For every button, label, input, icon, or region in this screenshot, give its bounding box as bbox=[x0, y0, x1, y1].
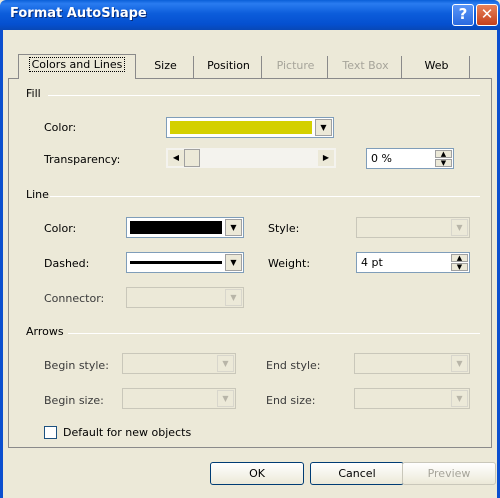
cancel-button[interactable]: Cancel bbox=[310, 462, 404, 485]
arrows-group-label: Arrows bbox=[26, 325, 68, 338]
line-group-divider bbox=[50, 196, 480, 197]
chevron-down-icon: ▼ bbox=[451, 355, 468, 372]
dashed-dropdown[interactable]: ▼ bbox=[126, 252, 244, 273]
end-size-dropdown: ▼ bbox=[354, 388, 470, 409]
tab-position[interactable]: Position bbox=[196, 56, 262, 78]
window-frame-left bbox=[0, 30, 3, 498]
fill-group-label: Fill bbox=[26, 87, 45, 100]
tab-label-colors-and-lines: Colors and Lines bbox=[28, 57, 126, 72]
spin-up-icon[interactable]: ▲ bbox=[435, 150, 452, 158]
chevron-down-icon: ▼ bbox=[451, 219, 468, 236]
transparency-label: Transparency: bbox=[44, 153, 121, 166]
tab-web[interactable]: Web bbox=[404, 56, 470, 78]
end-style-dropdown: ▼ bbox=[354, 353, 470, 374]
tab-text-box: Text Box bbox=[330, 56, 402, 78]
dashed-label: Dashed: bbox=[44, 257, 90, 270]
window-title: Format AutoShape bbox=[10, 6, 147, 21]
line-color-swatch bbox=[130, 221, 222, 234]
begin-style-label: Begin style: bbox=[44, 359, 109, 372]
line-color-label: Color: bbox=[44, 222, 77, 235]
tab-colors-and-lines[interactable]: Colors and Lines bbox=[18, 54, 136, 79]
line-group-label: Line bbox=[26, 188, 53, 201]
transparency-spinner[interactable]: 0 % ▲ ▼ bbox=[366, 148, 454, 169]
fill-color-swatch bbox=[170, 121, 312, 134]
begin-style-dropdown: ▼ bbox=[122, 353, 236, 374]
transparency-value: 0 % bbox=[371, 152, 392, 165]
transparency-slider[interactable]: ◀ ▶ bbox=[166, 148, 336, 168]
fill-group-divider bbox=[48, 95, 480, 96]
chevron-down-icon: ▼ bbox=[225, 289, 242, 306]
tab-size[interactable]: Size bbox=[138, 56, 194, 78]
weight-label: Weight: bbox=[268, 257, 311, 270]
chevron-down-icon: ▼ bbox=[315, 119, 332, 136]
chevron-down-icon: ▼ bbox=[217, 355, 234, 372]
slider-left-arrow-icon[interactable]: ◀ bbox=[168, 150, 184, 166]
chevron-down-icon: ▼ bbox=[225, 254, 242, 271]
preview-button: Preview bbox=[402, 462, 496, 485]
end-size-label: End size: bbox=[266, 394, 316, 407]
chevron-down-icon: ▼ bbox=[225, 219, 242, 236]
slider-right-arrow-icon[interactable]: ▶ bbox=[318, 150, 334, 166]
fill-color-label: Color: bbox=[44, 121, 77, 134]
spin-up-icon[interactable]: ▲ bbox=[451, 254, 468, 262]
default-for-new-objects-checkbox[interactable] bbox=[44, 426, 57, 439]
end-style-label: End style: bbox=[266, 359, 321, 372]
arrows-group-divider bbox=[68, 333, 480, 334]
spin-down-icon[interactable]: ▼ bbox=[451, 263, 468, 271]
weight-spinner[interactable]: 4 pt ▲ ▼ bbox=[356, 252, 470, 273]
weight-spin-buttons: ▲ ▼ bbox=[451, 254, 468, 271]
spin-down-icon[interactable]: ▼ bbox=[435, 159, 452, 167]
tab-picture: Picture bbox=[264, 56, 328, 78]
connector-dropdown: ▼ bbox=[126, 287, 244, 308]
transparency-spin-buttons: ▲ ▼ bbox=[435, 150, 452, 167]
fill-color-dropdown[interactable]: ▼ bbox=[166, 117, 334, 138]
begin-size-dropdown: ▼ bbox=[122, 388, 236, 409]
slider-thumb[interactable] bbox=[184, 149, 200, 167]
chevron-down-icon: ▼ bbox=[451, 390, 468, 407]
dash-style-sample bbox=[130, 261, 222, 264]
chevron-down-icon: ▼ bbox=[217, 390, 234, 407]
begin-size-label: Begin size: bbox=[44, 394, 104, 407]
connector-label: Connector: bbox=[44, 292, 105, 305]
help-button[interactable]: ? bbox=[452, 4, 474, 26]
close-button[interactable]: ✕ bbox=[476, 4, 498, 26]
default-for-new-objects-label[interactable]: Default for new objects bbox=[63, 426, 191, 440]
line-color-dropdown[interactable]: ▼ bbox=[126, 217, 244, 238]
line-style-label: Style: bbox=[268, 222, 300, 235]
ok-button[interactable]: OK bbox=[210, 462, 304, 485]
weight-value: 4 pt bbox=[361, 256, 383, 269]
line-style-dropdown: ▼ bbox=[356, 217, 470, 238]
